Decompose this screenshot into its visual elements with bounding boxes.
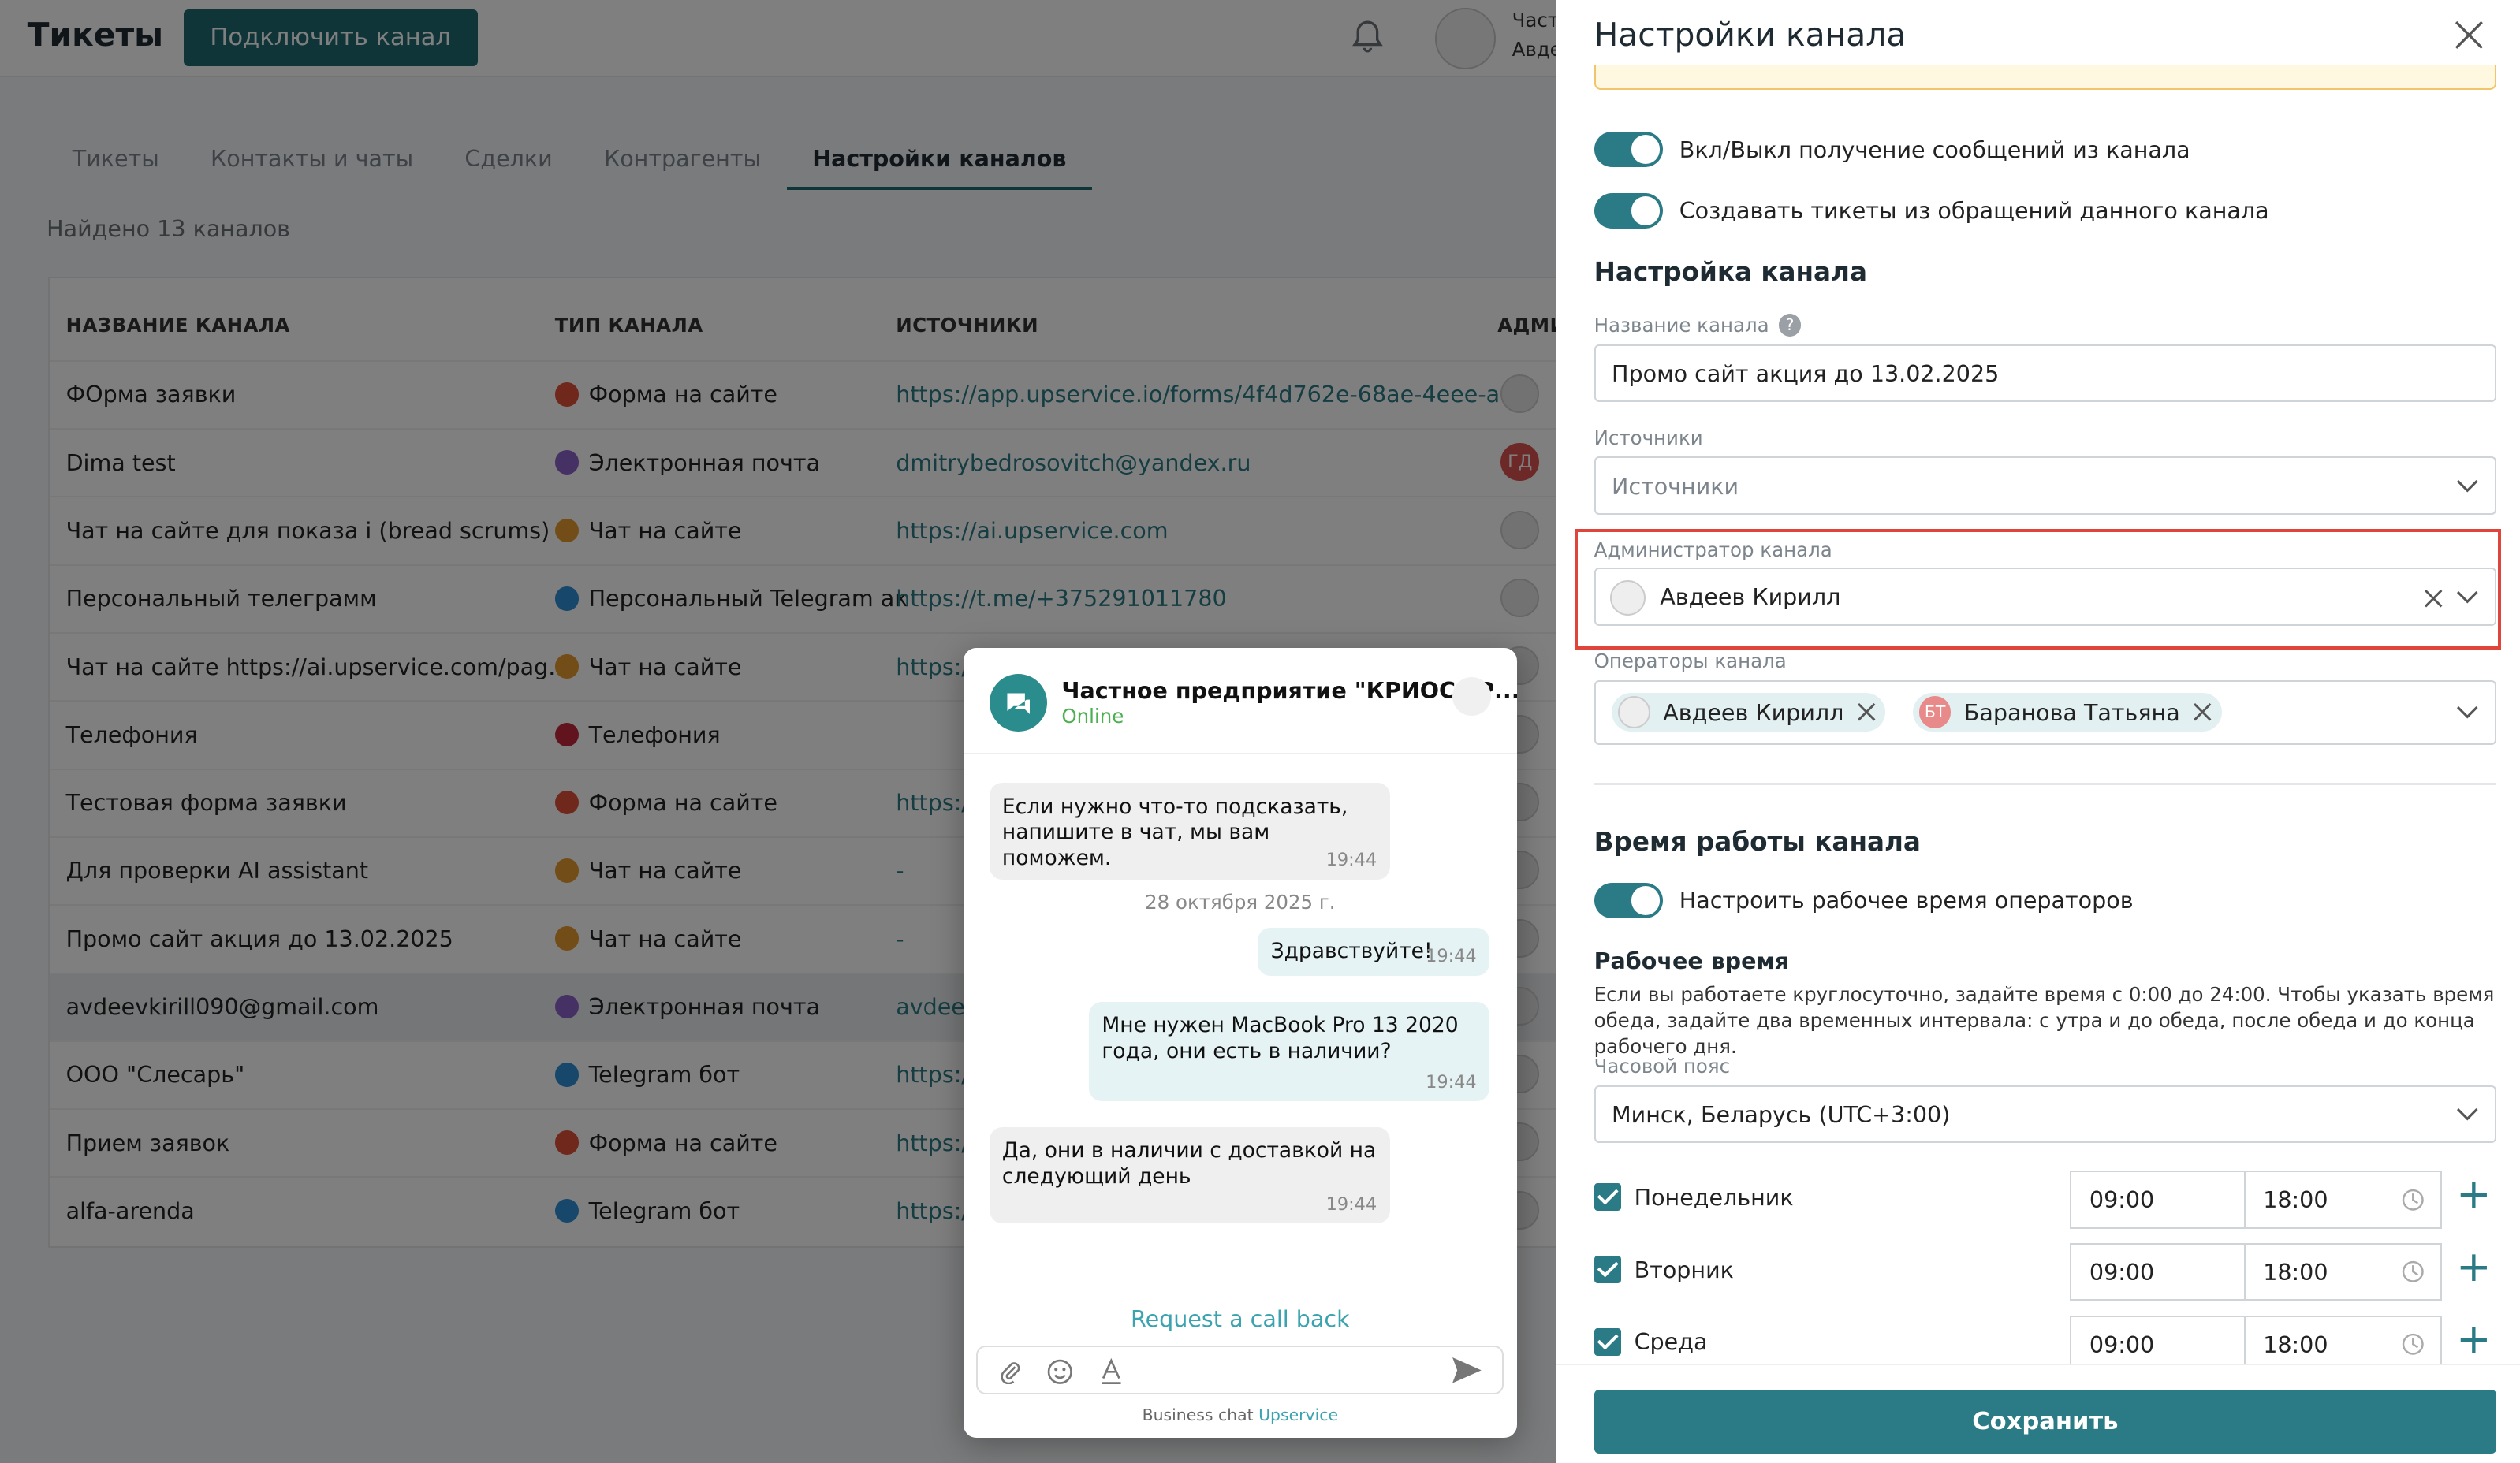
clock-icon[interactable]: [2402, 1189, 2425, 1212]
divider: [1594, 783, 2497, 785]
operator-chip[interactable]: БТ Баранова Татьяна: [1912, 693, 2222, 732]
chevron-down-icon[interactable]: [2456, 589, 2479, 605]
sources-placeholder: Источники: [1612, 472, 1739, 500]
chat-message: Мне нужен MacBook Pro 13 2020 года, они …: [1089, 1001, 1490, 1102]
workday-checkbox[interactable]: Среда: [1594, 1328, 1708, 1356]
admin-select[interactable]: Авдеев Кирилл: [1594, 568, 2497, 626]
sources-label: Источники: [1594, 426, 1703, 449]
checkbox-checked[interactable]: [1594, 1328, 1622, 1356]
chevron-down-icon[interactable]: [2456, 704, 2479, 720]
timezone-value: Минск, Беларусь (UTC+3:00): [1612, 1101, 1951, 1129]
timezone-select[interactable]: Минск, Беларусь (UTC+3:00): [1594, 1085, 2497, 1144]
chip-label: Авдеев Кирилл: [1663, 698, 1844, 726]
clock-icon[interactable]: [2402, 1260, 2425, 1283]
workday-checkbox[interactable]: Вторник: [1594, 1256, 1734, 1283]
toggle-create-tickets[interactable]: Создавать тикеты из обращений данного ка…: [1594, 192, 2269, 229]
drawer-title: Настройки канала: [1594, 16, 1907, 54]
message-text: Да, они в наличии с доставкой на следующ…: [1001, 1138, 1377, 1189]
widget-header: Частное предприятие "КРИОС ГР... Online: [963, 648, 1517, 754]
chip-label: Баранова Татьяна: [1963, 698, 2180, 726]
time-from-input[interactable]: 09:00: [2070, 1171, 2246, 1229]
help-icon[interactable]: ?: [1778, 314, 1802, 337]
avatar: БТ: [1918, 696, 1952, 729]
toggle-label: Настроить рабочее время операторов: [1679, 887, 2134, 914]
widget-footer: Business chat Upservice: [964, 1405, 1517, 1424]
admin-label: Администратор канала: [1594, 538, 1832, 562]
toggle-switch[interactable]: [1594, 882, 1664, 918]
toggle-label: Вкл/Выкл получение сообщений из канала: [1679, 136, 2190, 163]
workday-checkbox[interactable]: Понедельник: [1594, 1183, 1794, 1212]
work-time-note: Если вы работаете круглосуточно, задайте…: [1594, 983, 2495, 1058]
widget-message-input[interactable]: [976, 1346, 1504, 1394]
send-icon[interactable]: [1451, 1356, 1483, 1385]
operator-chip[interactable]: Авдеев Кирилл: [1612, 693, 1886, 732]
remove-chip-icon[interactable]: [1857, 702, 1876, 721]
work-time-title: Рабочее время: [1594, 947, 1790, 974]
add-interval-button[interactable]: +: [2456, 1318, 2491, 1361]
widget-status: Online: [1061, 704, 1124, 728]
admin-value: Авдеев Кирилл: [1660, 583, 1841, 611]
add-interval-button[interactable]: +: [2456, 1174, 2491, 1215]
chat-message: Здравствуйте! 19:44: [1258, 928, 1490, 977]
toggle-switch[interactable]: [1594, 132, 1664, 168]
widget-title: Частное предприятие "КРИОС ГР...: [1061, 676, 1517, 704]
time-to-value: 18:00: [2263, 1186, 2328, 1214]
chat-bubble-icon: [989, 673, 1048, 732]
time-to-value: 18:00: [2263, 1331, 2328, 1359]
toggle-operator-hours[interactable]: Настроить рабочее время операторов: [1594, 882, 2134, 918]
text-format-icon[interactable]: [1098, 1357, 1124, 1387]
footer-brand-link[interactable]: Upservice: [1258, 1405, 1338, 1424]
clock-icon[interactable]: [2402, 1333, 2425, 1356]
message-time: 19:44: [1426, 946, 1477, 967]
save-button[interactable]: Сохранить: [1594, 1389, 2497, 1454]
sources-select[interactable]: Источники: [1594, 456, 2497, 515]
avatar: [1618, 696, 1650, 729]
checkbox-checked[interactable]: [1594, 1183, 1622, 1212]
checkbox-checked[interactable]: [1594, 1256, 1622, 1283]
message-text: Здравствуйте!: [1270, 939, 1433, 964]
toggle-label: Создавать тикеты из обращений данного ка…: [1679, 197, 2269, 225]
add-interval-button[interactable]: +: [2456, 1245, 2491, 1288]
footer-prefix: Business chat: [1142, 1405, 1254, 1424]
request-call-back-link[interactable]: Request a call back: [964, 1305, 1517, 1332]
operators-select[interactable]: Авдеев Кирилл БТ Баранова Татьяна: [1594, 679, 2497, 745]
operators-label: Операторы канала: [1594, 650, 1787, 673]
close-icon[interactable]: [2453, 19, 2485, 51]
warning-banner: [1594, 64, 2497, 91]
time-to-input[interactable]: 18:00: [2243, 1242, 2442, 1301]
time-to-value: 18:00: [2263, 1259, 2328, 1286]
chat-widget-preview: Частное предприятие "КРИОС ГР... Online …: [963, 648, 1517, 1438]
chat-message: Да, они в наличии с доставкой на следующ…: [989, 1127, 1390, 1224]
section-channel-settings: Настройка канала: [1594, 257, 1867, 288]
paperclip-icon[interactable]: [997, 1359, 1023, 1385]
message-text: Мне нужен MacBook Pro 13 2020 года, они …: [1102, 1013, 1459, 1063]
chevron-down-icon[interactable]: [2456, 1106, 2479, 1122]
time-from-input[interactable]: 09:00: [2070, 1242, 2246, 1301]
day-label: Среда: [1634, 1328, 1708, 1356]
chat-message: Если нужно что-то подсказать, напишите в…: [989, 783, 1390, 880]
message-time: 19:44: [1426, 1071, 1477, 1093]
avatar: [1609, 580, 1646, 616]
emoji-icon[interactable]: [1047, 1359, 1073, 1385]
message-time: 19:44: [1325, 850, 1377, 871]
time-to-input[interactable]: 18:00: [2243, 1171, 2442, 1229]
channel-name-input[interactable]: Промо сайт акция до 13.02.2025: [1594, 344, 2497, 402]
channel-settings-drawer: Настройки канала Вкл/Выкл получение сооб…: [1555, 0, 2520, 1463]
section-working-hours: Время работы канала: [1594, 826, 1921, 857]
channel-name-label: Название канала ?: [1594, 314, 1802, 337]
toggle-switch[interactable]: [1594, 192, 1664, 229]
remove-chip-icon[interactable]: [2193, 702, 2212, 721]
label-text: Название канала: [1594, 313, 1769, 337]
clear-icon[interactable]: [2424, 589, 2443, 608]
day-label: Вторник: [1634, 1256, 1734, 1283]
minimize-icon[interactable]: [1452, 676, 1492, 716]
day-label: Понедельник: [1634, 1183, 1794, 1211]
chat-date: 28 октября 2025 г.: [1145, 891, 1336, 914]
chevron-down-icon[interactable]: [2456, 478, 2479, 493]
message-time: 19:44: [1325, 1193, 1377, 1215]
message-text: Если нужно что-то подсказать, напишите в…: [1001, 794, 1348, 871]
toggle-receive-messages[interactable]: Вкл/Выкл получение сообщений из канала: [1594, 132, 2190, 168]
timezone-label: Часовой пояс: [1594, 1055, 1731, 1078]
